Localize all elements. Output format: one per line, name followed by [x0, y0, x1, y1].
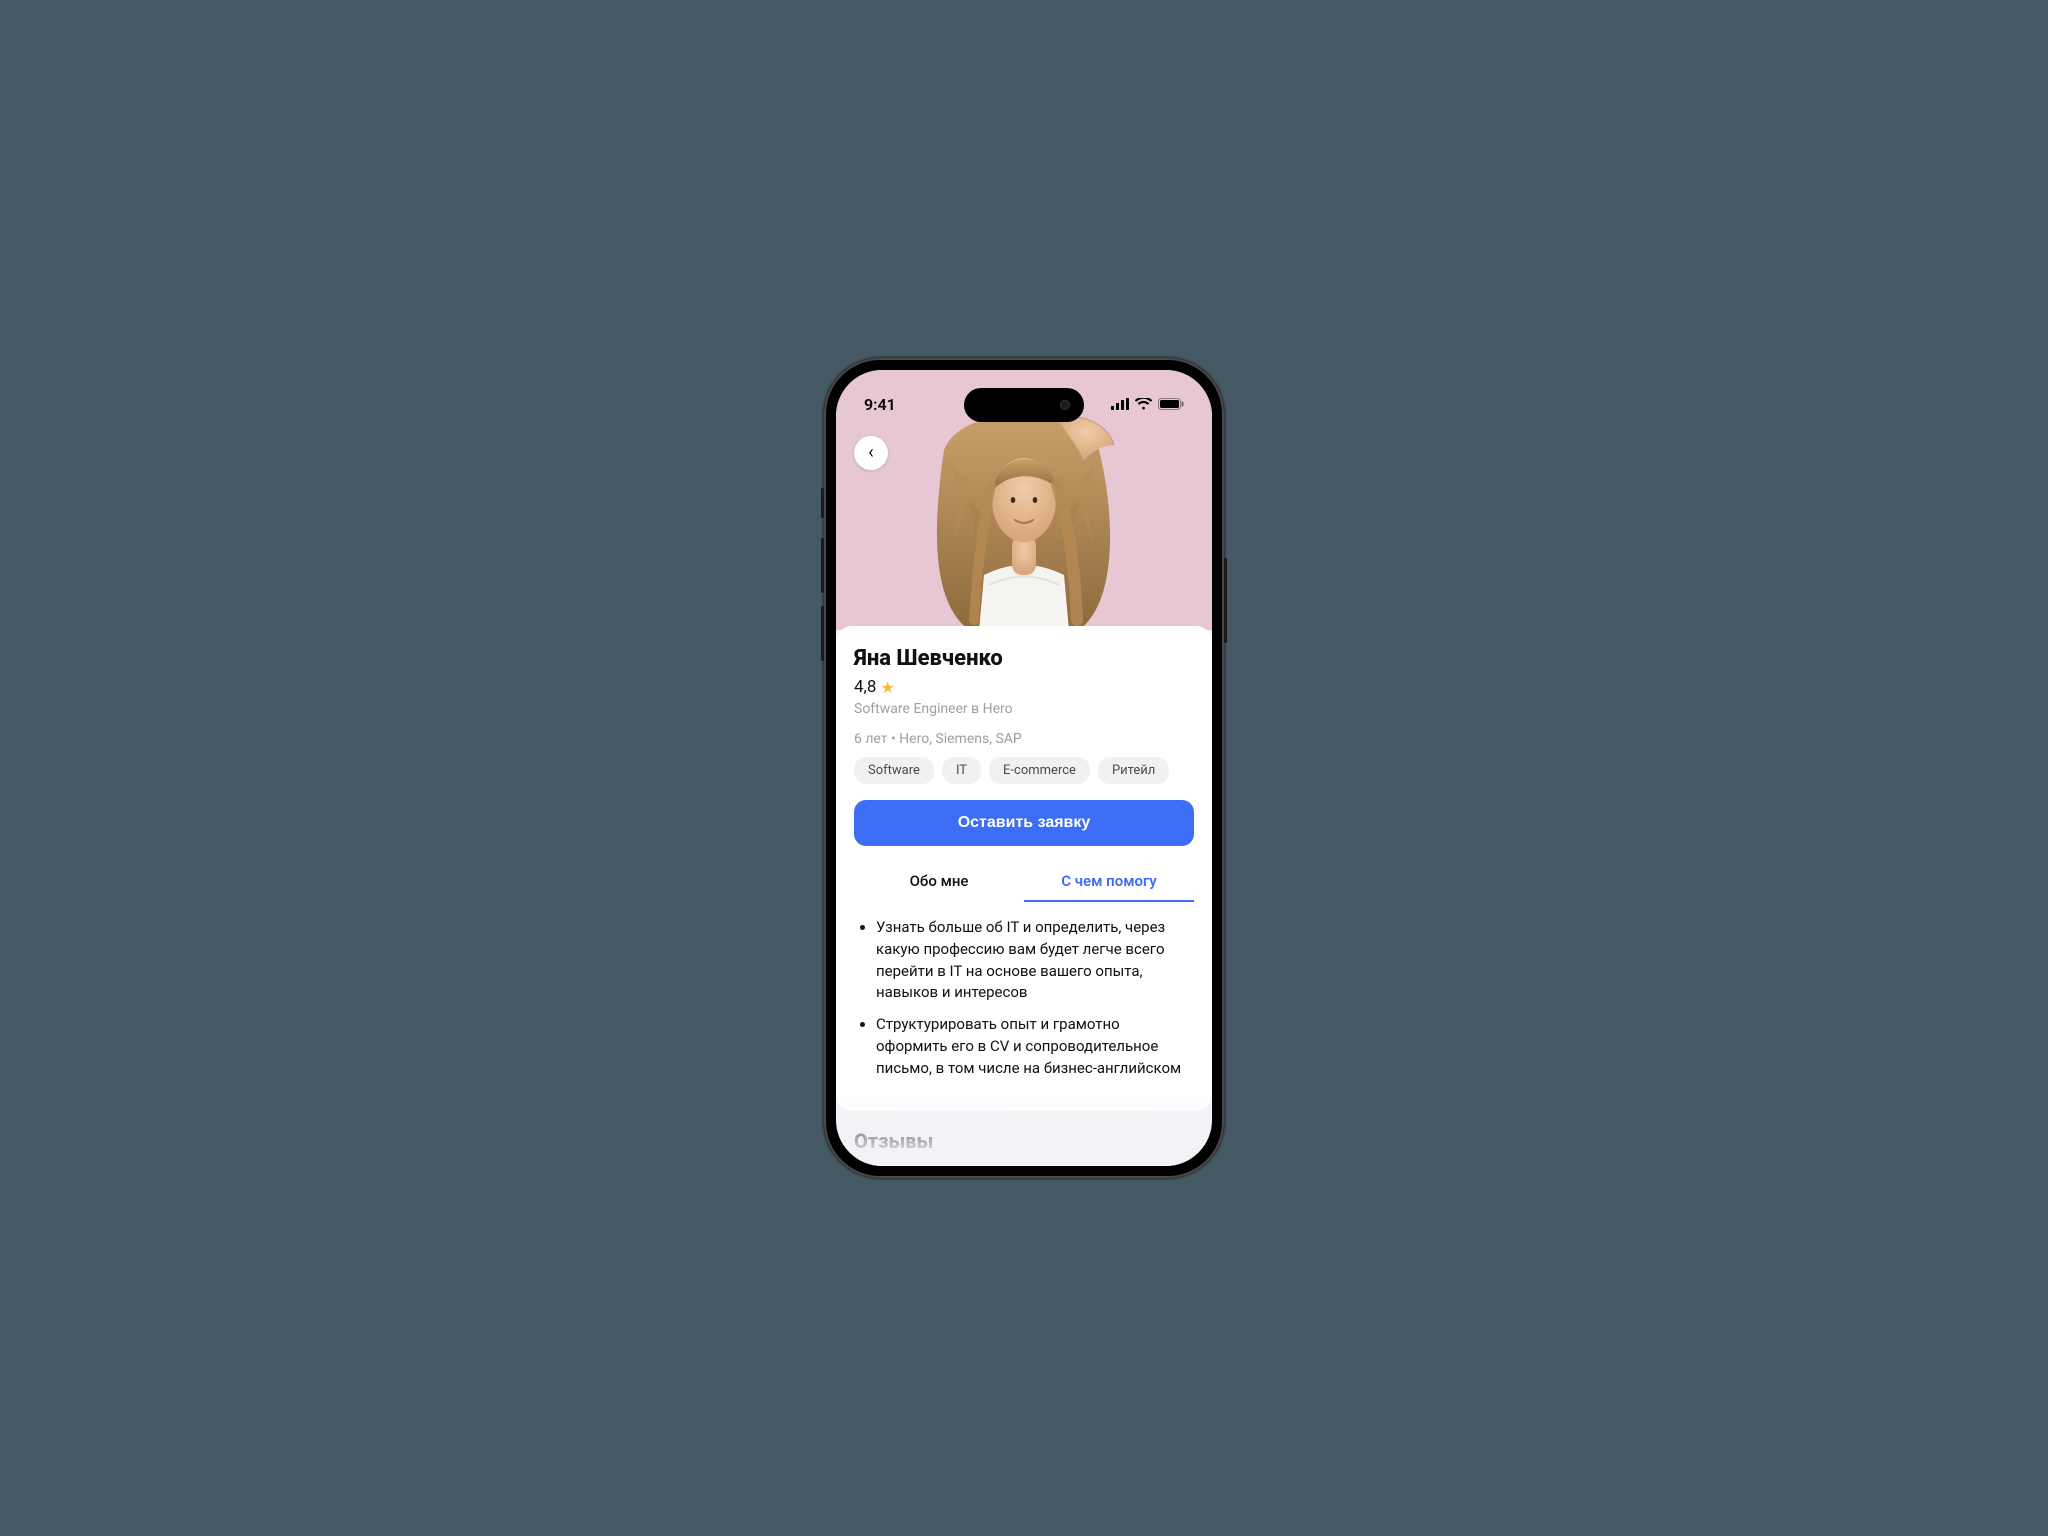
phone-side-button	[1224, 558, 1227, 643]
review-card[interactable]: Антонина Вострикова 5,0 ★ Январь 2024 Мы…	[854, 1165, 1119, 1166]
tag-list: Software IT E-commerce Ритейл	[854, 757, 1194, 784]
back-button[interactable]: ‹	[854, 436, 888, 470]
chevron-left-icon: ‹	[868, 444, 873, 462]
dynamic-island	[964, 388, 1084, 422]
submit-request-button[interactable]: Оставить заявку	[854, 800, 1194, 846]
star-icon: ★	[880, 678, 894, 697]
phone-side-button	[821, 488, 824, 518]
tab-about[interactable]: Обо мне	[854, 864, 1024, 902]
profile-rating: 4,8 ★	[854, 677, 1194, 697]
tabs: Обо мне С чем помогу	[854, 864, 1194, 903]
help-bullet-list: Узнать больше об IT и определить, через …	[854, 917, 1194, 1079]
tag[interactable]: Software	[854, 757, 934, 784]
profile-meta: 6 лет • Hero, Siemens, SAP	[854, 731, 1194, 747]
phone-screen: 9:41 ‹	[836, 370, 1212, 1166]
tab-help[interactable]: С чем помогу	[1024, 864, 1194, 902]
profile-subtitle: Software Engineer в Hero	[854, 701, 1194, 717]
reviews-heading: Отзывы	[836, 1111, 1212, 1165]
reviews-carousel[interactable]: Антонина Вострикова 5,0 ★ Январь 2024 Мы…	[836, 1165, 1212, 1166]
status-time: 9:41	[864, 395, 896, 414]
list-item: Узнать больше об IT и определить, через …	[876, 917, 1194, 1004]
rating-value: 4,8	[854, 677, 876, 697]
phone-frame: 9:41 ‹	[824, 358, 1224, 1178]
review-card[interactable]: Елена 3,0 ★ Д Яна суп трудно врем	[1131, 1165, 1212, 1166]
profile-card: Яна Шевченко 4,8 ★ Software Engineer в H…	[836, 626, 1212, 1111]
tag[interactable]: Ритейл	[1098, 757, 1169, 784]
wifi-icon	[1135, 395, 1152, 414]
profile-photo	[909, 390, 1139, 630]
cellular-icon	[1111, 395, 1129, 414]
battery-icon	[1158, 395, 1184, 414]
list-item: Структурировать опыт и грамотно оформить…	[876, 1014, 1194, 1079]
tag[interactable]: E-commerce	[989, 757, 1090, 784]
profile-name: Яна Шевченко	[854, 646, 1194, 671]
tag[interactable]: IT	[942, 757, 981, 784]
phone-side-button	[821, 606, 824, 661]
phone-side-button	[821, 538, 824, 593]
